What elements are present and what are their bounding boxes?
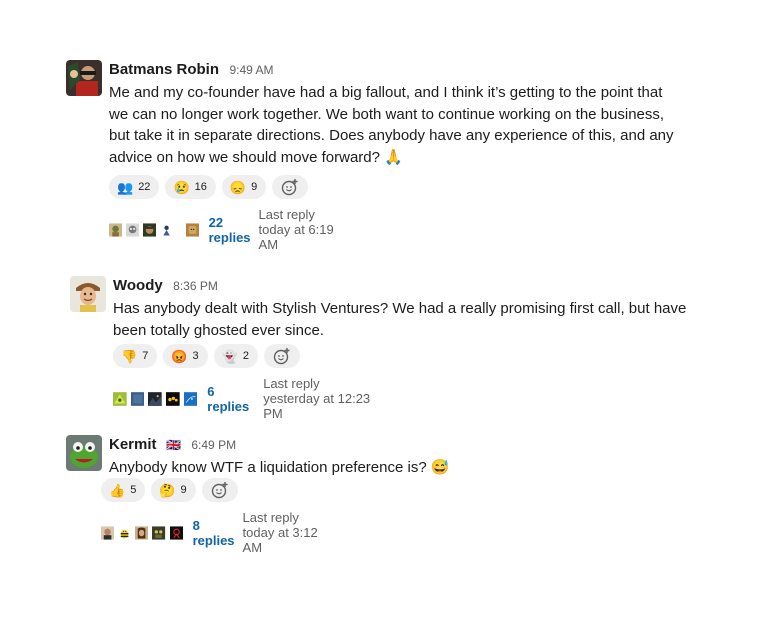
last-reply-text: Last reply yesterday at 12:23 PM bbox=[263, 376, 371, 421]
author-name[interactable]: Batmans Robin bbox=[109, 61, 219, 78]
reaction-pill[interactable]: 👻 2 bbox=[213, 344, 258, 368]
avatar-kermit[interactable] bbox=[66, 435, 102, 471]
reaction-count: 9 bbox=[251, 181, 258, 193]
reaction-count: 22 bbox=[138, 181, 151, 193]
replies-link[interactable]: 6 replies bbox=[207, 384, 249, 414]
add-reaction-button[interactable] bbox=[272, 175, 309, 199]
participant-avatar bbox=[160, 218, 174, 242]
reaction-pill[interactable]: 👥 22 bbox=[109, 175, 160, 199]
reaction-pill[interactable]: 👍 5 bbox=[101, 478, 146, 502]
disappointed-face-icon: 😞 bbox=[229, 179, 247, 195]
participant-avatar bbox=[118, 521, 132, 545]
add-reaction-icon bbox=[211, 482, 228, 499]
last-reply-text: Last reply today at 3:12 AM bbox=[242, 510, 318, 555]
message-line: Me and my co-founder have had a big fall… bbox=[109, 84, 663, 101]
author-name[interactable]: Woody bbox=[113, 277, 163, 294]
crying-face-icon: 😢 bbox=[173, 179, 190, 195]
message-line: been totally ghosted ever since. bbox=[113, 321, 324, 339]
participant-avatar bbox=[135, 521, 149, 545]
participant-avatar bbox=[169, 521, 183, 545]
reaction-count: 7 bbox=[142, 350, 149, 362]
message-timestamp[interactable]: 8:36 PM bbox=[173, 279, 218, 293]
thread-summary[interactable]: 8 replies Last reply today at 3:12 AM bbox=[101, 510, 329, 555]
add-reaction-button[interactable] bbox=[201, 478, 238, 502]
thumbs-up-icon: 👍 bbox=[109, 482, 126, 498]
uk-flag-icon: 🇬🇧 bbox=[165, 438, 181, 452]
participant-avatar bbox=[130, 387, 145, 411]
reaction-pill[interactable]: 👎 7 bbox=[113, 344, 158, 368]
participant-avatar bbox=[165, 387, 180, 411]
message-timestamp[interactable]: 9:49 AM bbox=[229, 63, 273, 77]
message-text: Me and my co-founder have had a big fall… bbox=[109, 82, 709, 168]
message-line: Anybody know WTF a liquidation preferenc… bbox=[109, 459, 450, 476]
participant-avatar bbox=[101, 521, 115, 545]
reaction-count: 5 bbox=[130, 484, 137, 496]
participant-avatar bbox=[109, 218, 123, 242]
avatar-woody[interactable] bbox=[70, 276, 106, 312]
ghost-icon: 👻 bbox=[221, 348, 238, 364]
participant-avatar bbox=[143, 218, 157, 242]
add-reaction-icon bbox=[281, 179, 298, 196]
last-reply-text: Last reply today at 6:19 AM bbox=[258, 207, 334, 252]
message-line: but take it in separate directions. Does… bbox=[109, 127, 674, 144]
reaction-count: 2 bbox=[242, 350, 249, 362]
thinking-face-icon: 🤔 bbox=[159, 482, 176, 498]
replies-link[interactable]: 22 replies bbox=[209, 215, 251, 245]
participant-avatar bbox=[113, 387, 127, 411]
message-line: advice on how we should move forward? 🙏 bbox=[109, 148, 403, 166]
reaction-count: 9 bbox=[180, 484, 187, 496]
thumbs-down-icon: 👎 bbox=[121, 348, 138, 364]
participant-avatar bbox=[152, 521, 166, 545]
avatar-batmans-robin[interactable] bbox=[66, 60, 102, 96]
reactions-bar: 👥 22 😢 16 😞 9 bbox=[109, 175, 309, 199]
message-text: Has anybody dealt with Stylish Ventures?… bbox=[113, 298, 713, 341]
author-name[interactable]: Kermit bbox=[109, 436, 157, 453]
reactions-bar: 👎 7 😡 3 👻 2 bbox=[113, 344, 300, 368]
add-reaction-button[interactable] bbox=[263, 344, 300, 368]
message-timestamp[interactable]: 6:49 PM bbox=[191, 438, 236, 452]
reaction-pill[interactable]: 🤔 9 bbox=[151, 478, 196, 502]
reaction-count: 3 bbox=[192, 350, 199, 362]
add-reaction-icon bbox=[273, 348, 290, 365]
thread-summary[interactable]: 6 replies Last reply yesterday at 12:23 … bbox=[113, 376, 371, 421]
reaction-count: 16 bbox=[194, 181, 207, 193]
participant-avatar bbox=[148, 387, 162, 411]
replies-link[interactable]: 8 replies bbox=[193, 518, 235, 548]
reaction-pill[interactable]: 😞 9 bbox=[221, 175, 267, 199]
message-text: Anybody know WTF a liquidation preferenc… bbox=[109, 457, 709, 479]
reaction-pill[interactable]: 😢 16 bbox=[165, 175, 216, 199]
angry-face-icon: 😡 bbox=[171, 348, 188, 364]
participant-avatar bbox=[126, 218, 140, 242]
message-line: Has anybody dealt with Stylish Ventures?… bbox=[113, 300, 687, 317]
reaction-pill[interactable]: 😡 3 bbox=[163, 344, 208, 368]
message-line: we can no longer work together. We both … bbox=[109, 105, 665, 123]
reactions-bar: 👍 5 🤔 9 bbox=[101, 478, 238, 502]
participant-avatar bbox=[185, 218, 199, 242]
thread-summary[interactable]: 22 replies Last reply today at 6:19 AM bbox=[109, 207, 345, 252]
participant-avatar bbox=[183, 387, 198, 411]
busts-emoji-icon: 👥 bbox=[117, 179, 134, 195]
